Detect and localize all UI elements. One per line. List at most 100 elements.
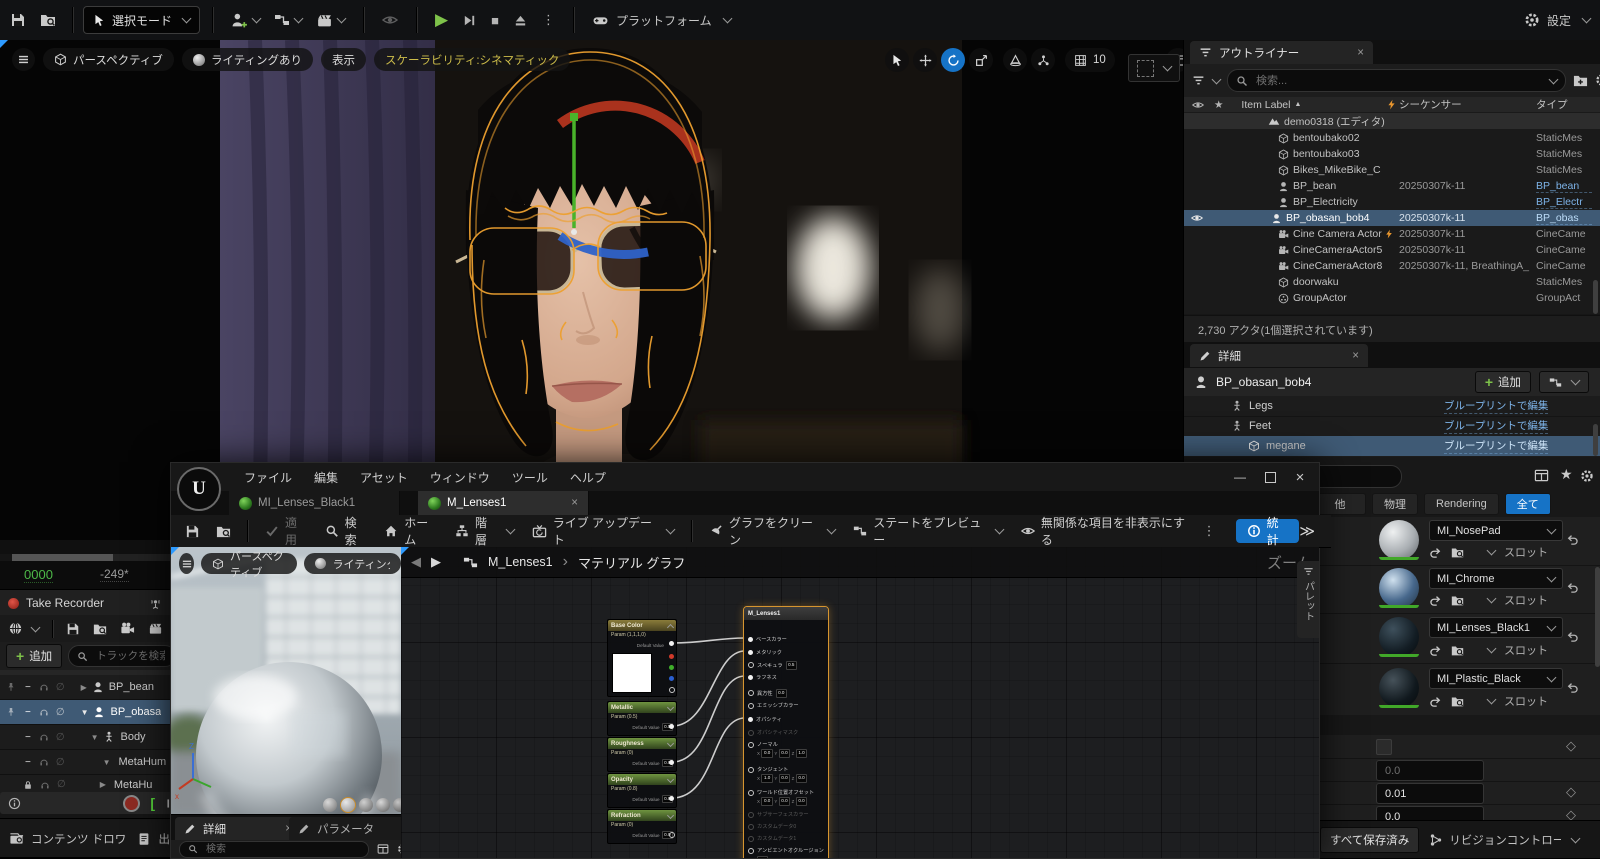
reset-to-default-button[interactable]: [1566, 630, 1579, 643]
table-row[interactable]: bentoubako03 StaticMes: [1184, 146, 1600, 162]
menu-help[interactable]: ヘルプ: [559, 469, 617, 486]
home-button[interactable]: ホーム: [375, 515, 446, 547]
browse-preset-button[interactable]: [93, 622, 107, 636]
rotate-tool-button[interactable]: [941, 48, 965, 72]
collapse-arrow[interactable]: ▼: [81, 708, 89, 717]
move-tool-button[interactable]: [913, 48, 937, 72]
world-coordinate-button[interactable]: [1003, 48, 1027, 72]
nav-back-button[interactable]: ◀: [411, 554, 421, 570]
display-filter-button[interactable]: [1534, 467, 1549, 485]
color-swatch[interactable]: [612, 653, 652, 693]
table-row[interactable]: GroupActor GroupAct: [1184, 290, 1600, 306]
menu-file[interactable]: ファイル: [233, 469, 303, 486]
param-node-opacity[interactable]: Opacity Param (0.8) Default Value0.8: [607, 773, 677, 808]
output-pin-a[interactable]: [669, 687, 675, 693]
outliner-settings-button[interactable]: [1595, 72, 1600, 90]
material-thumbnail[interactable]: [1379, 668, 1419, 708]
close-icon[interactable]: ×: [1352, 350, 1359, 362]
skip-frame-button[interactable]: [456, 6, 483, 34]
pinned-column-icon[interactable]: ★: [1214, 99, 1223, 111]
palette-sidebar-tab[interactable]: パレット: [1297, 561, 1319, 638]
settings-dropdown[interactable]: 設定: [1518, 6, 1596, 34]
collapse-arrow[interactable]: ▼: [103, 758, 111, 767]
use-selected-asset-button[interactable]: [1429, 644, 1442, 657]
preview-options-menu[interactable]: [179, 553, 194, 574]
material-select-dropdown[interactable]: MI_Chrome: [1429, 568, 1563, 589]
record-button[interactable]: [123, 795, 140, 812]
scalability-warning[interactable]: スケーラビリティ:シネマティック: [374, 48, 570, 71]
track-row[interactable]: − ∅ ▼ MetaHum: [0, 750, 170, 775]
add-source-button[interactable]: + 追加: [6, 644, 62, 668]
visibility-eye-icon[interactable]: [1191, 212, 1203, 224]
column-item-label[interactable]: Item Label: [1241, 99, 1290, 111]
tab-m-lenses1-active[interactable]: M_Lenses1 ×: [418, 491, 589, 515]
save-preset-button[interactable]: [66, 622, 80, 636]
material-thumbnail[interactable]: [1379, 617, 1419, 657]
browse-to-asset-button[interactable]: [1451, 644, 1464, 657]
track-row-selected[interactable]: − ∅ ▼ BP_obasa: [0, 700, 170, 725]
add-folder-button[interactable]: [1573, 72, 1588, 90]
content-browser-button[interactable]: [34, 6, 62, 34]
stats-button[interactable]: 統計: [1236, 519, 1300, 543]
save-asset-button[interactable]: [185, 524, 200, 539]
nav-forward-button[interactable]: ▶: [431, 554, 441, 570]
output-pin-b[interactable]: [669, 676, 674, 681]
tab-physics[interactable]: 物理: [1372, 493, 1418, 515]
output-pin-r[interactable]: [669, 654, 674, 659]
timeline-scrollbar[interactable]: [12, 554, 170, 561]
output-pin[interactable]: [669, 832, 675, 838]
add-actor-dropdown[interactable]: [225, 6, 266, 34]
window-titlebar[interactable]: U ファイル 編集 アセット ウィンドウ ツール ヘルプ — ×: [171, 463, 1319, 491]
breadcrumb-root[interactable]: M_Lenses1: [488, 555, 553, 569]
material-graph-canvas[interactable]: ◀ ▶ M_Lenses1 › マテリアル グラフ ズーム -4 パレット Ba…: [401, 547, 1319, 858]
close-window-button[interactable]: ×: [1285, 467, 1315, 487]
tab-all[interactable]: 全て: [1505, 493, 1551, 515]
search-options-chevron[interactable]: [1549, 74, 1559, 84]
reset-diamond-icon[interactable]: ◇: [1566, 738, 1576, 754]
param-node-roughness[interactable]: Roughness Param (0) Default Value0.0: [607, 737, 677, 772]
param-node-refraction[interactable]: Refraction Param (0) Default Value0.0: [607, 809, 677, 844]
close-tab-icon[interactable]: ×: [571, 497, 578, 509]
preset-dropdown[interactable]: [8, 621, 39, 636]
content-drawer-button[interactable]: コンテンツ ドロワー: [31, 831, 126, 847]
revision-control-dropdown[interactable]: リビジョンコントロール: [1429, 832, 1579, 848]
expand-arrow[interactable]: ▶: [100, 780, 106, 789]
use-selected-asset-button[interactable]: [1429, 695, 1442, 708]
param-node-metallic[interactable]: Metallic Param (0.5) Default Value0.5: [607, 701, 677, 736]
advanced-options-dropdown[interactable]: [1473, 696, 1495, 706]
output-pin-g[interactable]: [669, 665, 674, 670]
table-row[interactable]: CineCameraActor8 20250307k-11, Breathing…: [1184, 258, 1600, 274]
output-pin[interactable]: [669, 641, 674, 646]
property-checkbox[interactable]: [1376, 739, 1392, 755]
preview-perspective-dropdown[interactable]: パースペクティブ: [201, 553, 297, 574]
material-thumbnail[interactable]: [1379, 520, 1419, 560]
platforms-dropdown[interactable]: プラットフォーム: [586, 6, 737, 34]
tab-rendering[interactable]: Rendering: [1424, 493, 1499, 515]
preview-plane-button[interactable]: [359, 798, 373, 812]
view-mode-dropdown[interactable]: ライティングあり: [182, 48, 313, 71]
property-value-field[interactable]: 0.01: [1376, 783, 1484, 804]
all-saved-button[interactable]: すべて保存済み: [1320, 827, 1419, 853]
advanced-options-dropdown[interactable]: [1473, 645, 1495, 655]
outliner-search[interactable]: [1227, 69, 1566, 92]
stop-button[interactable]: ■: [485, 6, 505, 34]
component-row[interactable]: Legs ブループリントで編集: [1184, 396, 1600, 417]
preview-state-dropdown[interactable]: ステートをプレビュー: [844, 515, 1012, 547]
material-result-node[interactable]: M_Lenses1 ベースカラー メタリック スペキュラ0.5 ラフネス 異方性…: [743, 606, 829, 858]
edit-in-blueprint-link[interactable]: ブループリントで編集: [1444, 398, 1548, 414]
frame-counter-value[interactable]: -249*: [100, 567, 129, 582]
output-pin[interactable]: [669, 760, 674, 765]
scale-tool-button[interactable]: [969, 48, 993, 72]
table-row[interactable]: BP_Electricity BP_Electr: [1184, 194, 1600, 210]
display-filter-button[interactable]: [377, 843, 389, 855]
preview-lighting-icon[interactable]: [376, 6, 404, 34]
collapse-arrow[interactable]: ▼: [91, 733, 99, 742]
set-in-marker-button[interactable]: [: [150, 795, 155, 811]
track-row[interactable]: − ∅ ▼ Body: [0, 725, 170, 750]
info-icon[interactable]: [8, 797, 21, 810]
perspective-dropdown[interactable]: パースペクティブ: [43, 48, 174, 71]
menu-asset[interactable]: アセット: [349, 469, 419, 486]
use-selected-asset-button[interactable]: [1429, 594, 1442, 607]
toolbar-overflow[interactable]: ≫: [1299, 522, 1315, 540]
viewport-options-menu[interactable]: [12, 48, 35, 71]
